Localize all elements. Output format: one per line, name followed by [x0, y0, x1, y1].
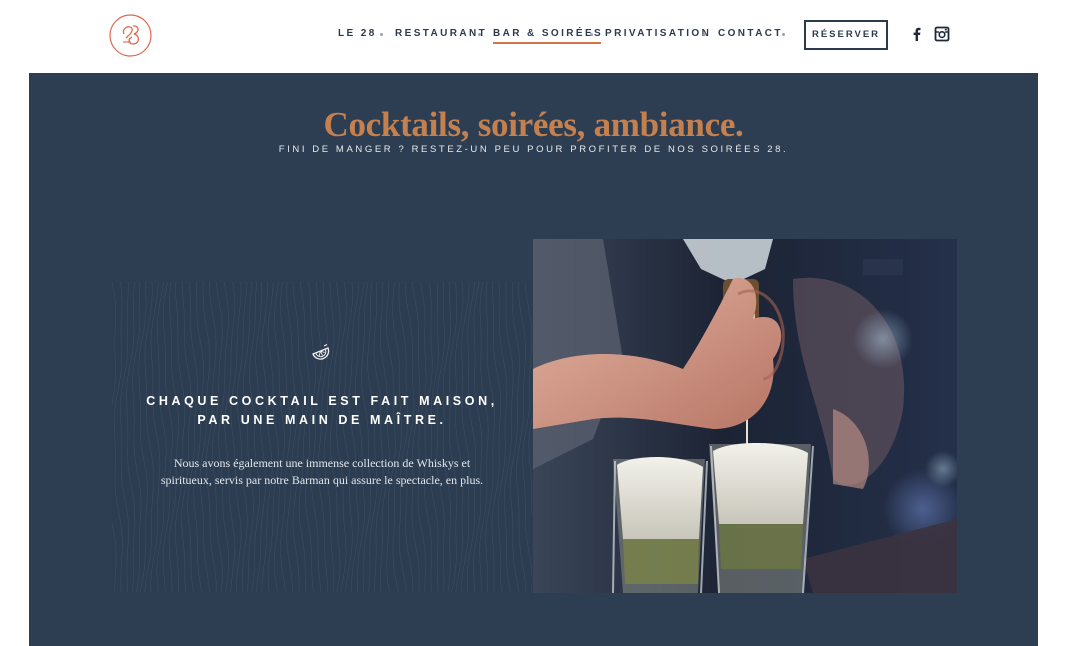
texture-line — [503, 282, 514, 592]
nav-separator — [380, 33, 383, 36]
texture-line — [280, 282, 292, 592]
page-subtitle: FINI DE MANGER ? RESTEZ-UN PEU POUR PROF… — [278, 144, 789, 155]
nav-item-privatisation[interactable]: PRIVATISATION — [605, 28, 711, 39]
feature-title-line-1: CHAQUE COCKTAIL EST FAIT MAISON, — [146, 394, 498, 408]
texture-line — [361, 282, 372, 592]
texture-line — [144, 282, 154, 592]
texture-line — [187, 282, 198, 592]
texture-line — [455, 282, 464, 592]
nav-separator — [478, 33, 481, 36]
texture-line — [119, 282, 130, 592]
nav-item-bar-soirees[interactable]: BAR & SOIRÉES — [493, 28, 603, 44]
texture-line — [292, 282, 304, 592]
nav-item-contact[interactable]: CONTACT — [718, 28, 783, 39]
nav-separator — [590, 33, 593, 36]
nav-separator — [703, 33, 706, 36]
page-title: Cocktails, soirées, ambiance. — [323, 105, 744, 144]
texture-line — [373, 282, 384, 592]
texture-line — [230, 282, 242, 592]
texture-line — [218, 282, 230, 592]
texture-line — [261, 282, 273, 592]
texture-line — [236, 282, 248, 592]
texture-line — [298, 282, 310, 592]
bartender-photo-image — [533, 239, 957, 593]
texture-line — [205, 282, 217, 592]
texture-line — [367, 282, 378, 592]
texture-line — [211, 282, 223, 592]
texture-line — [249, 282, 261, 592]
texture-line — [479, 282, 489, 592]
wood-texture — [112, 282, 532, 592]
texture-line — [273, 282, 285, 592]
logo[interactable] — [109, 14, 152, 57]
feature-title-line-2: PAR UNE MAIN DE MAÎTRE. — [197, 413, 447, 427]
feature-text-line-2: spiritueux, servis par notre Barman qui … — [160, 473, 484, 487]
texture-line — [138, 282, 148, 592]
nav-item-restaurant[interactable]: RESTAURANT — [395, 28, 487, 39]
texture-line — [224, 282, 236, 592]
texture-line — [392, 282, 402, 592]
texture-line — [398, 282, 409, 592]
texture-line — [286, 282, 298, 592]
facebook-icon[interactable] — [909, 26, 925, 42]
texture-line — [305, 282, 316, 592]
texture-line — [323, 282, 335, 592]
bartender-photo — [533, 239, 957, 593]
feature-text-line-1: Nous avons également une immense collect… — [173, 456, 471, 470]
texture-line — [510, 282, 520, 592]
texture-line — [168, 282, 180, 592]
site-header: LE 28 RESTAURANT BAR & SOIRÉES PRIVATISA… — [0, 0, 1068, 73]
texture-line — [193, 282, 205, 592]
texture-line — [522, 282, 532, 592]
lime-slice-icon — [311, 342, 331, 362]
bar-section: Cocktails, soirées, ambiance. FINI DE MA… — [29, 73, 1038, 646]
texture-line — [255, 282, 267, 592]
texture-line — [112, 282, 117, 592]
texture-line — [424, 282, 433, 592]
texture-line — [311, 282, 323, 592]
logo-mark — [109, 14, 152, 57]
texture-line — [348, 282, 360, 592]
texture-line — [150, 282, 161, 592]
texture-line — [497, 282, 508, 592]
texture-line — [267, 282, 279, 592]
texture-line — [317, 282, 329, 592]
texture-line — [199, 282, 211, 592]
nav-item-le-28[interactable]: LE 28 — [338, 28, 377, 39]
nav-separator — [782, 33, 785, 36]
texture-line — [156, 282, 167, 592]
feature-panel: CHAQUE COCKTAIL EST FAIT MAISON, PAR UNE… — [112, 282, 532, 592]
instagram-icon[interactable] — [934, 26, 950, 42]
reserve-button[interactable]: RÉSERVER — [804, 20, 888, 50]
texture-line — [329, 282, 341, 592]
